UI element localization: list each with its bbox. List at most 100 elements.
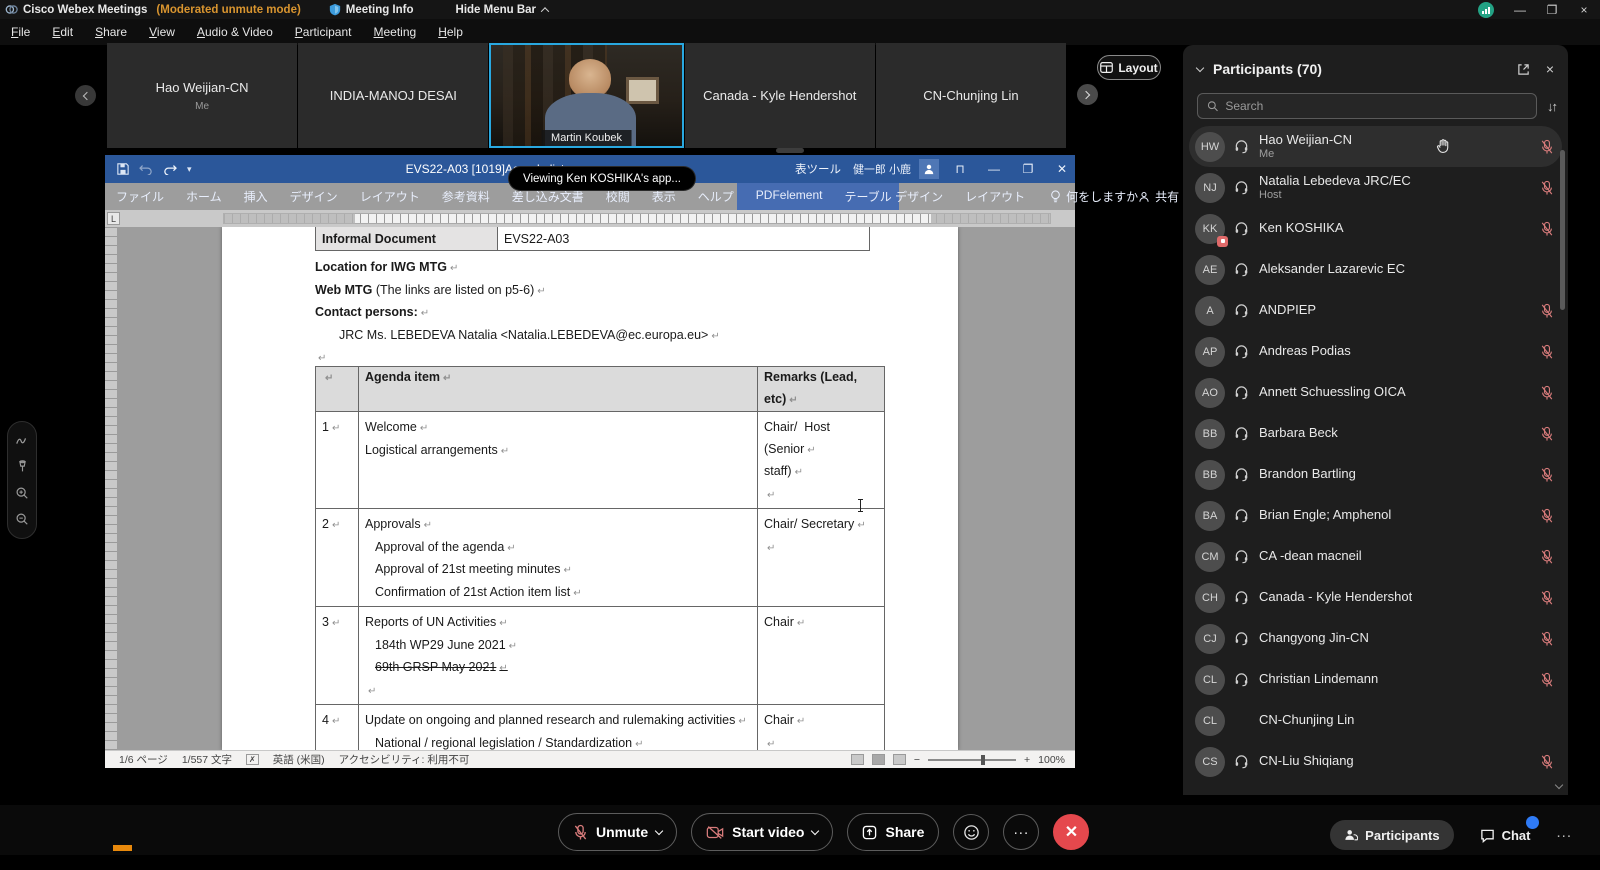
word-account-avatar	[919, 159, 939, 179]
participant-row[interactable]: BBBrandon Bartling	[1183, 454, 1568, 495]
minimize-button[interactable]: —	[1506, 1, 1534, 18]
participant-row[interactable]: CLCN-Chunjing Lin	[1183, 700, 1568, 741]
sort-participants-icon[interactable]: ↓↑	[1547, 99, 1556, 114]
layout-button[interactable]: Layout	[1097, 55, 1161, 80]
participant-row[interactable]: CJChangyong Jin-CN	[1183, 618, 1568, 659]
menu-item-help[interactable]: Help	[427, 20, 474, 44]
participant-name: Brian Engle; Amphenol	[1259, 508, 1391, 523]
remarks-line: ↵	[764, 537, 878, 560]
agenda-num-cell: 2↵	[316, 509, 359, 607]
hide-menu-bar-button[interactable]: Hide Menu Bar	[456, 4, 549, 16]
mic-muted-icon[interactable]	[1540, 180, 1554, 196]
laser-pointer-icon[interactable]	[16, 460, 29, 474]
video-tile[interactable]: Martin Koubek	[489, 43, 683, 148]
mic-muted-icon[interactable]	[1540, 672, 1554, 688]
status-chars: 1/557 文字	[182, 752, 232, 767]
chat-notification-badge	[1526, 816, 1539, 829]
mic-muted-icon[interactable]	[1540, 508, 1554, 524]
chevron-up-icon	[541, 7, 549, 15]
ribbon-tab: PDFelement	[745, 182, 834, 211]
zoom-out-icon: −	[914, 754, 920, 766]
menu-item-file[interactable]: File	[0, 20, 41, 44]
video-options-chevron-icon[interactable]	[811, 826, 819, 834]
participant-row[interactable]: HWHao Weijian-CNMe	[1189, 126, 1562, 167]
unmute-options-chevron-icon[interactable]	[655, 826, 663, 834]
filmstrip-drag-handle[interactable]	[776, 148, 804, 153]
share-button[interactable]: Share	[847, 813, 939, 851]
participant-name: Aleksander Lazarevic EC	[1259, 262, 1405, 277]
menu-item-view[interactable]: View	[138, 20, 186, 44]
participants-scrollbar[interactable]	[1560, 150, 1565, 310]
headset-icon	[1234, 467, 1250, 482]
participant-row[interactable]: CHCanada - Kyle Hendershot	[1183, 577, 1568, 618]
mic-muted-icon[interactable]	[1540, 426, 1554, 442]
mic-muted-icon[interactable]	[1540, 385, 1554, 401]
participant-row[interactable]: CLChristian Lindemann	[1183, 659, 1568, 700]
start-video-button[interactable]: Start video	[691, 813, 833, 851]
scroll-down-chevron-icon[interactable]	[1556, 775, 1562, 793]
participant-row[interactable]: APAndreas Podias	[1183, 331, 1568, 372]
participant-row[interactable]: NJNatalia Lebedeva JRC/ECHost	[1183, 167, 1568, 208]
participant-row[interactable]: BBBarbara Beck	[1183, 413, 1568, 454]
participant-row[interactable]: AEAleksander Lazarevic EC	[1183, 249, 1568, 290]
reactions-button[interactable]	[953, 814, 989, 850]
more-options-button[interactable]: ...	[1003, 814, 1039, 850]
mic-muted-icon[interactable]	[1540, 549, 1554, 565]
mic-muted-icon[interactable]	[1540, 467, 1554, 483]
participants-toggle-button[interactable]: Participants	[1330, 820, 1453, 850]
video-tile[interactable]: Hao Weijian-CNMe	[107, 43, 297, 148]
mic-muted-icon[interactable]	[1540, 344, 1554, 360]
collapse-panel-chevron-icon[interactable]	[1196, 63, 1204, 71]
search-input[interactable]	[1225, 99, 1527, 113]
participant-row[interactable]: CMCA -dean macneil	[1183, 536, 1568, 577]
agenda-header-cell: Agenda item↵	[359, 367, 758, 412]
zoom-out-icon[interactable]	[15, 512, 29, 526]
participant-row[interactable]: AOAnnett Schuessling OICA	[1183, 372, 1568, 413]
filmstrip-next-button[interactable]	[1077, 84, 1098, 105]
mic-muted-icon[interactable]	[1540, 590, 1554, 606]
filmstrip-prev-button[interactable]	[75, 85, 96, 106]
participants-search[interactable]	[1197, 93, 1537, 119]
zoom-in-icon[interactable]	[15, 486, 29, 500]
menu-item-participant[interactable]: Participant	[284, 20, 363, 44]
participant-row[interactable]: KKKen KOSHIKA	[1183, 208, 1568, 249]
chat-toggle-button[interactable]: Chat	[1480, 828, 1531, 843]
leave-meeting-button[interactable]: ✕	[1053, 814, 1089, 850]
menu-item-share[interactable]: Share	[84, 20, 138, 44]
participant-row[interactable]: CSCN-Liu Shiqiang	[1183, 741, 1568, 782]
remarks-text: Chair/ Secretary	[764, 517, 854, 531]
participant-name-block: Changyong Jin-CN	[1259, 631, 1369, 646]
video-tile[interactable]: INDIA-MANOJ DESAI	[298, 43, 488, 148]
pilcrow-mark: ↵	[507, 543, 515, 554]
pilcrow-mark: ↵	[789, 395, 797, 406]
video-tile[interactable]: CN-Chunjing Lin	[876, 43, 1066, 148]
close-panel-icon[interactable]: ×	[1546, 61, 1554, 77]
menu-item-audio-video[interactable]: Audio & Video	[186, 20, 284, 44]
meeting-info-button[interactable]: Meeting Info	[329, 3, 414, 16]
agenda-table: ↵Agenda item↵Remarks (Lead, etc)↵1↵Welco…	[315, 366, 885, 750]
participant-name: Brandon Bartling	[1259, 467, 1356, 482]
mic-muted-icon[interactable]	[1540, 139, 1554, 155]
more-panels-icon[interactable]: ...	[1556, 824, 1572, 841]
unmute-button[interactable]: Unmute	[558, 813, 677, 851]
menu-item-meeting[interactable]: Meeting	[363, 20, 428, 44]
headset-icon	[1234, 754, 1250, 769]
mic-muted-icon[interactable]	[1540, 303, 1554, 319]
participant-row[interactable]: BABrian Engle; Amphenol	[1183, 495, 1568, 536]
agenda-line-text: Confirmation of 21st Action item list	[375, 585, 570, 599]
participant-row[interactable]: AANDPIEP	[1183, 290, 1568, 331]
pop-out-icon[interactable]	[1517, 63, 1530, 76]
restore-button[interactable]: ❐	[1538, 1, 1566, 18]
close-button[interactable]: ×	[1570, 1, 1598, 18]
mic-muted-icon[interactable]	[1540, 754, 1554, 770]
headset-icon	[1234, 385, 1250, 400]
mic-muted-icon[interactable]	[1540, 631, 1554, 647]
avatar: NJ	[1195, 173, 1225, 203]
agenda-line-text: Approval of the agenda	[375, 540, 504, 554]
pilcrow-mark: ↵	[573, 588, 581, 599]
mic-muted-icon[interactable]	[1540, 221, 1554, 237]
pilcrow-mark: ↵	[797, 716, 805, 727]
video-tile[interactable]: Canada - Kyle Hendershot	[685, 43, 875, 148]
menu-item-edit[interactable]: Edit	[41, 20, 84, 44]
annotate-pen-icon[interactable]	[15, 434, 29, 448]
